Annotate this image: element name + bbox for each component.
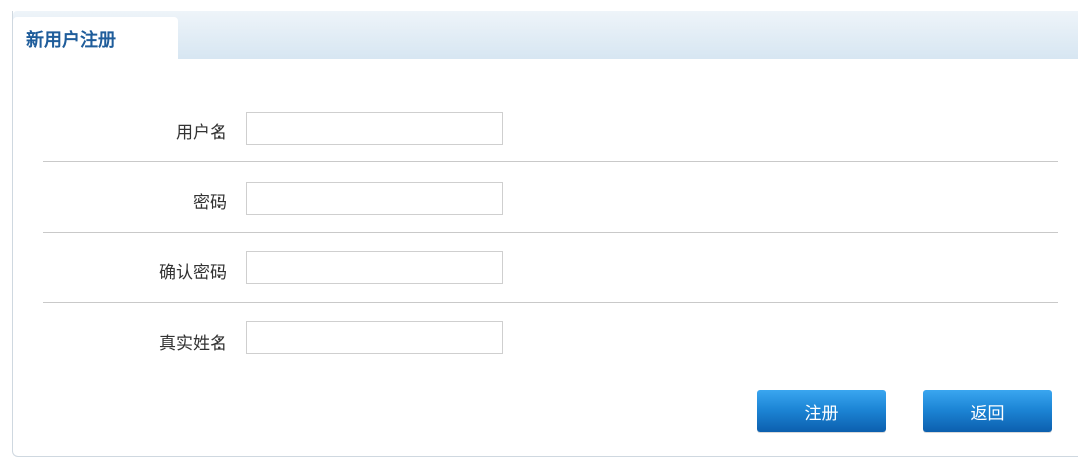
- confirm-password-input[interactable]: [246, 251, 503, 284]
- username-input[interactable]: [246, 112, 503, 145]
- confirm-password-row: 确认密码 ：: [43, 232, 1058, 303]
- panel-title: 新用户注册: [26, 30, 116, 51]
- real-name-input[interactable]: [246, 321, 503, 354]
- back-button[interactable]: 返回: [923, 390, 1052, 432]
- panel-header: 新用户注册: [13, 11, 1078, 59]
- real-name-colon: ：: [215, 334, 232, 354]
- password-colon: ：: [215, 193, 232, 213]
- registration-panel: 新用户注册 用户名 ： 密码 ： 确认密码 ： 真实姓名 ： 注册 返回: [12, 11, 1078, 457]
- confirm-password-colon: ：: [215, 263, 232, 283]
- username-row: 用户名 ：: [43, 91, 1058, 162]
- password-row: 密码 ：: [43, 162, 1058, 233]
- password-input[interactable]: [246, 182, 503, 215]
- register-button[interactable]: 注册: [757, 390, 886, 432]
- real-name-row: 真实姓名 ：: [43, 302, 1058, 372]
- panel-title-tab: 新用户注册: [13, 17, 178, 59]
- username-colon: ：: [215, 123, 232, 143]
